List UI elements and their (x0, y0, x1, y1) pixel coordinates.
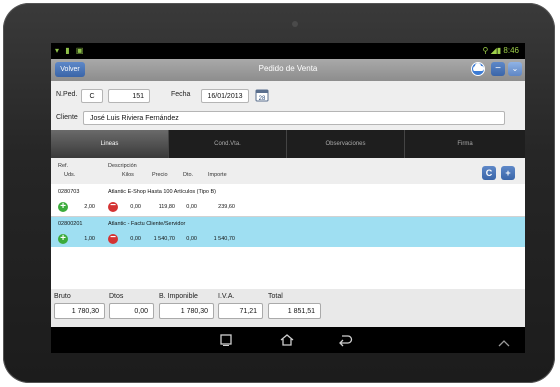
add-line-button[interactable]: + (501, 166, 515, 180)
page-title: Pedido de Venta (258, 64, 318, 73)
customer-field[interactable]: José Luis Riviera Fernández (83, 111, 505, 125)
lines-list: 0280703 Atlantic E-Shop Hasta 100 Artícu… (51, 184, 525, 289)
home-icon[interactable] (279, 333, 295, 347)
tab-lineas[interactable]: Lineas (51, 130, 169, 158)
line-importe: 239,60 (218, 204, 235, 210)
minus-icon[interactable]: − (108, 233, 118, 244)
line-precio: 1 540,70 (153, 236, 175, 242)
totals-bar: Bruto 1 780,30 Dtos 0,00 B. Imponible 1 … (51, 289, 525, 327)
serie-field[interactable]: C (81, 89, 103, 103)
calendar-icon[interactable]: 28 (255, 88, 269, 102)
order-number-field[interactable]: 151 (108, 89, 150, 103)
list-item-selected[interactable]: 02800201 Atlantic - Factu Cliente/Servid… (51, 217, 525, 247)
minus-icon[interactable]: − (108, 201, 118, 212)
plus-icon[interactable]: + (58, 234, 68, 244)
tab-cond-vta[interactable]: Cond.Vta. (169, 130, 287, 158)
navigation-bar (51, 327, 525, 353)
col-kilos: Kilos (122, 172, 134, 178)
tab-firma[interactable]: Firma (405, 130, 525, 158)
line-uds: 2,00 (84, 204, 95, 210)
remove-order-button[interactable]: − (491, 62, 505, 76)
line-importe: 1 540,70 (213, 236, 235, 242)
line-ref: 02800201 (58, 221, 83, 227)
col-uds: Uds. (64, 172, 76, 178)
col-precio: Precio (152, 172, 168, 178)
col-dto: Dto. (183, 172, 194, 178)
screen: ▾ ▮ ▣ ⚲ ◢▮ 8:46 Volver Pedido de Venta −… (51, 43, 525, 353)
status-right: ⚲ ◢▮ 8:46 (483, 46, 519, 55)
list-item[interactable]: 0280703 Atlantic E-Shop Hasta 100 Artícu… (51, 184, 525, 216)
plus-icon[interactable]: + (58, 202, 68, 212)
chevron-up-icon[interactable] (497, 335, 511, 347)
dtos-label: Dtos (109, 293, 124, 300)
col-ref: Ref. (58, 163, 69, 169)
tab-observaciones[interactable]: Observaciones (287, 130, 405, 158)
line-dto: 0,00 (186, 236, 197, 242)
dtos-value: 0,00 (109, 303, 154, 319)
line-kilos: 0,00 (130, 236, 141, 242)
menu-button[interactable]: ⌄ (508, 62, 522, 76)
signal-icon: ⚲ ◢▮ (482, 46, 502, 55)
tab-bar: Lineas Cond.Vta. Observaciones Firma (51, 130, 525, 158)
total-value: 1 851,51 (268, 303, 321, 319)
line-uds: 1,00 (84, 236, 95, 242)
line-precio: 119,80 (158, 204, 175, 210)
bruto-value: 1 780,30 (54, 303, 105, 319)
iva-value: 71,21 (218, 303, 263, 319)
clock: 8:46 (503, 46, 519, 55)
recent-apps-icon[interactable] (219, 333, 233, 346)
iva-label: I.V.A. (218, 293, 235, 300)
cliente-label: Cliente (56, 114, 78, 121)
chevron-down-icon: ⌄ (511, 64, 519, 73)
base-label: B. Imponible (159, 293, 198, 300)
svg-text:28: 28 (259, 96, 266, 102)
col-importe: Importe (208, 172, 227, 178)
line-dto: 0,00 (186, 204, 197, 210)
total-label: Total (268, 293, 283, 300)
base-value: 1 780,30 (159, 303, 214, 319)
bruto-label: Bruto (54, 293, 71, 300)
back-nav-icon[interactable] (337, 333, 353, 347)
camera (292, 21, 298, 27)
change-button[interactable]: C (482, 166, 496, 180)
status-bar: ▾ ▮ ▣ ⚲ ◢▮ 8:46 (51, 43, 525, 59)
status-icons: ▾ ▮ ▣ (55, 46, 86, 55)
col-descripcion: Descripción (108, 163, 137, 169)
cloud-sync-icon[interactable] (470, 62, 486, 76)
back-button[interactable]: Volver (55, 62, 85, 77)
line-ref: 0280703 (58, 189, 80, 195)
nped-label: N.Ped. (56, 91, 78, 98)
date-field[interactable]: 16/01/2013 (201, 89, 249, 103)
line-description: Atlantic E-Shop Hasta 100 Artículos (Tip… (108, 189, 217, 195)
line-kilos: 0,00 (130, 204, 141, 210)
fecha-label: Fecha (171, 91, 191, 98)
title-bar: Volver Pedido de Venta − ⌄ (51, 59, 525, 81)
line-description: Atlantic - Factu Cliente/Servidor (108, 221, 186, 227)
